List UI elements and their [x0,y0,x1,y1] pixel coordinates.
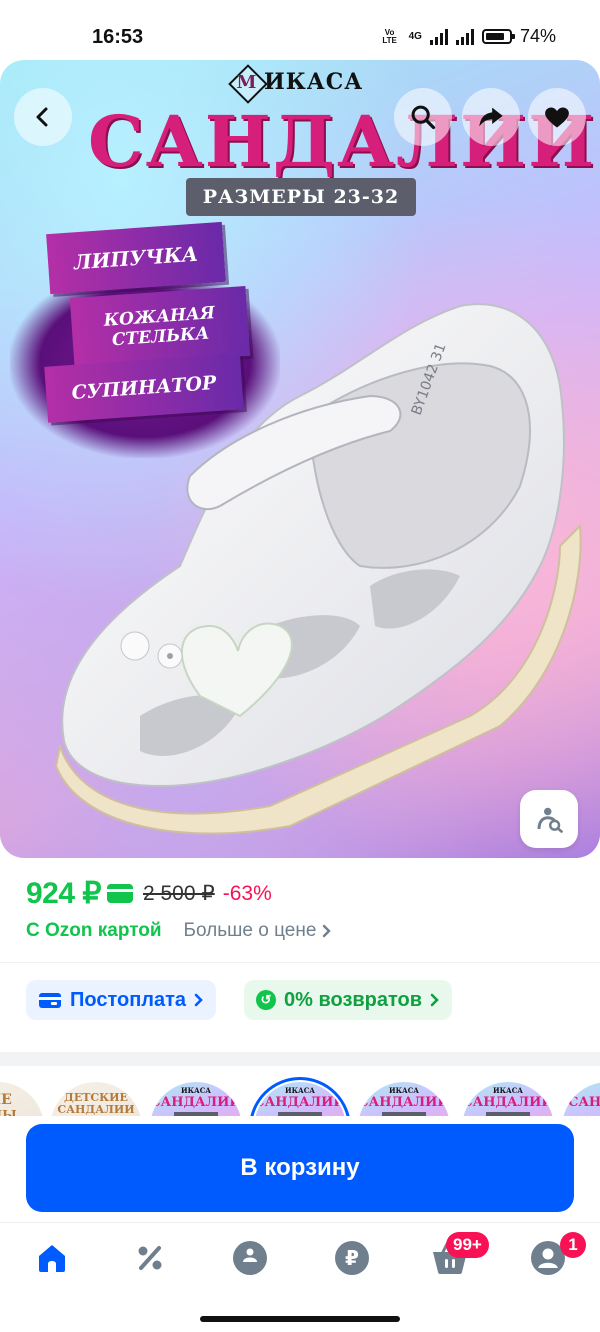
bottom-navigation: ₽ 99+ 1 [0,1228,600,1292]
network-4g-indicator: 4G [408,31,422,42]
cart-badge: 99+ [446,1232,489,1258]
thumbnail-4[interactable]: ИКАСА САНДАЛИИ [358,1082,450,1116]
status-bar: 16:53 Vo LTE 4G 74% [0,0,600,62]
brand-logo-mark: М [230,68,264,98]
svg-text:₽: ₽ [345,1246,359,1270]
postpay-label: Постоплата [70,988,187,1011]
ozon-card-row: С Ozon картой Больше о цене [26,920,332,942]
chevron-right-icon [430,993,439,1007]
section-separator [0,1052,600,1066]
status-indicators: Vo LTE 4G 74% [379,26,556,47]
nav-home[interactable] [32,1236,72,1280]
ozon-card-label: С Ozon картой [26,920,162,941]
visual-search-button[interactable] [520,790,578,848]
thumbnail-sizes-bar [174,1112,218,1116]
back-button[interactable] [14,88,72,146]
thumbnail-1[interactable]: ДЕТСКИЕ САНДАЛИИ [50,1082,142,1116]
ozon-card-icon [106,884,133,903]
returns-label: 0% возвратов [284,988,423,1011]
thumbnail-sizes-bar [382,1112,426,1116]
divider [0,962,600,963]
thumbnail-title: САНДАЛИИ [462,1095,554,1110]
chevron-right-icon [323,924,332,938]
thumbnail-title: САНДАЛИИ [358,1095,450,1110]
points-icon: ₽ [335,1241,369,1275]
thumbnail-subtitle: ИЦЫ [0,1108,17,1116]
thumbnail-6[interactable]: САН [562,1082,600,1116]
chevron-right-icon [194,993,203,1007]
share-button[interactable] [462,88,520,146]
battery-icon [481,29,515,44]
nav-sale[interactable] [130,1236,170,1280]
wallet-icon [39,993,61,1008]
percent-icon [138,1246,162,1270]
thumbnail-0[interactable]: ЫЕ ИЦЫ [0,1082,44,1116]
thumbnail-title: ДЕТСКИЕ САНДАЛИИ [57,1091,135,1116]
home-icon [39,1245,65,1272]
thumbnail-brand: ИКАСА [493,1086,523,1095]
brand-logo: М ИКАСА [230,68,363,98]
price-old: 2 500 ₽ [142,882,215,905]
sandal-image: BY1042 31 [54,303,582,835]
returns-chip[interactable]: ↺ 0% возвратов [244,980,453,1020]
search-button[interactable] [394,88,452,146]
thumbnail-3-selected[interactable]: ИКАСА САНДАЛИИ [249,1077,351,1116]
status-time: 16:53 [92,26,144,48]
thumbnail-brand: ИКАСА [389,1086,419,1095]
price-row: 924 ₽ 2 500 ₽ -63% [26,876,272,911]
price-current: 924 ₽ [26,877,101,910]
thumbnail-brand: ИКАСА [181,1086,211,1095]
thumbnail-2[interactable]: ИКАСА САНДАЛИИ [150,1082,242,1116]
add-to-cart-button[interactable]: В корзину [26,1124,574,1212]
thumbnail-title: САН [568,1095,600,1110]
image-search-icon [537,807,563,833]
product-image-gallery[interactable]: М ИКАСА САНДАЛИИ РАЗМЕРЫ 23-32 ЛИПУЧКА КО… [0,60,600,858]
fresh-icon [233,1241,267,1275]
nav-fresh[interactable] [230,1236,270,1280]
heart-icon [545,107,569,128]
nav-points[interactable]: ₽ [332,1236,372,1280]
search-icon [411,105,436,130]
share-icon [479,107,503,127]
price-discount: -63% [222,881,272,905]
bottom-nav-divider [0,1222,600,1223]
image-title: САНДАЛИИ [88,100,597,183]
favorite-button[interactable] [528,88,586,146]
thumbnail-5[interactable]: ИКАСА САНДАЛИИ [462,1082,554,1116]
signal-icon [429,28,448,45]
battery-percent: 74% [519,26,556,46]
thumbnail-title: САНДАЛИИ [254,1095,346,1110]
thumbnail-title: САНДАЛИИ [150,1095,242,1110]
home-indicator [200,1316,400,1322]
thumbnail-title: ЫЕ [0,1092,12,1108]
variant-thumbnails: ЫЕ ИЦЫ ДЕТСКИЕ САНДАЛИИ ИКАСА САНДАЛИИ И… [0,1076,600,1116]
chevron-left-icon [36,107,48,127]
more-about-price-label: Больше о цене [183,920,317,941]
more-about-price-link[interactable]: Больше о цене [184,920,333,942]
sizes-label: РАЗМЕРЫ 23-32 [186,178,416,216]
thumbnail-sizes-bar [278,1112,322,1116]
thumbnail-brand: ИКАСА [285,1086,315,1095]
signal-icon-2 [455,28,474,45]
return-icon: ↺ [256,990,276,1010]
thumbnail-sizes-bar [486,1112,530,1116]
postpay-chip[interactable]: Постоплата [26,980,217,1020]
profile-badge: 1 [560,1232,586,1258]
volte-indicator: Vo LTE [382,27,397,45]
